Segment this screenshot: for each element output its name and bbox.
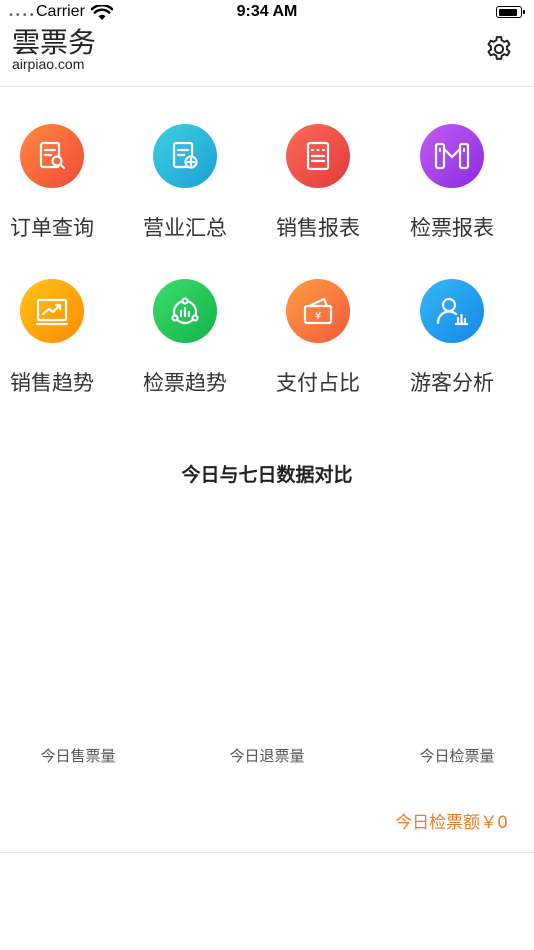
gear-icon[interactable] [484, 34, 514, 64]
visitor-analysis-icon [420, 279, 484, 343]
logo-chinese: 雲票务 [12, 26, 97, 59]
menu-label: 营业汇总 [143, 216, 227, 240]
order-search-icon [20, 124, 84, 188]
menu-label: 销售趋势 [10, 371, 94, 395]
menu-label: 游客分析 [410, 371, 494, 395]
menu-label: 检票趋势 [143, 371, 227, 395]
divider [0, 852, 534, 853]
wallet-icon: ¥ [286, 279, 350, 343]
menu-sales-trend[interactable]: 销售趋势 [0, 279, 117, 419]
today-check-stat: 今日检票量 [419, 747, 495, 765]
today-sales-stat: 今日售票量 [40, 747, 116, 765]
report-add-icon [153, 124, 217, 188]
trend-chart-icon [20, 279, 84, 343]
check-trend-icon [153, 279, 217, 343]
menu-visitor-analysis[interactable]: 游客分析 [387, 279, 517, 419]
menu-check-trend[interactable]: 检票趋势 [120, 279, 250, 419]
sales-report-icon [286, 124, 350, 188]
logo-domain: airpiao.com [12, 56, 85, 72]
menu-label: 订单查询 [10, 216, 94, 240]
menu-payment-ratio[interactable]: ¥ 支付占比 [253, 279, 383, 419]
clock: 9:34 AM [236, 3, 298, 20]
today-check-amount: 今日检票额￥0 [395, 813, 508, 833]
app-logo: 雲票务 airpiao.com [12, 26, 102, 72]
turnstile-icon [420, 124, 484, 188]
menu-check-report[interactable]: 检票报表 [387, 124, 517, 264]
menu-sales-report[interactable]: 销售报表 [253, 124, 383, 264]
app-header: 雲票务 airpiao.com [0, 26, 534, 87]
today-refund-stat: 今日退票量 [229, 747, 305, 765]
menu-label: 销售报表 [276, 216, 360, 240]
comparison-title: 今日与七日数据对比 [181, 464, 353, 486]
menu-business-summary[interactable]: 营业汇总 [120, 124, 250, 264]
battery-icon [496, 6, 525, 18]
menu-label: 检票报表 [410, 216, 494, 240]
menu-label: 支付占比 [276, 371, 360, 395]
status-bar: •••• Carrier 9:34 AM [0, 0, 534, 26]
menu-order-search[interactable]: 订单查询 [0, 124, 117, 264]
svg-text:¥: ¥ [315, 311, 321, 322]
